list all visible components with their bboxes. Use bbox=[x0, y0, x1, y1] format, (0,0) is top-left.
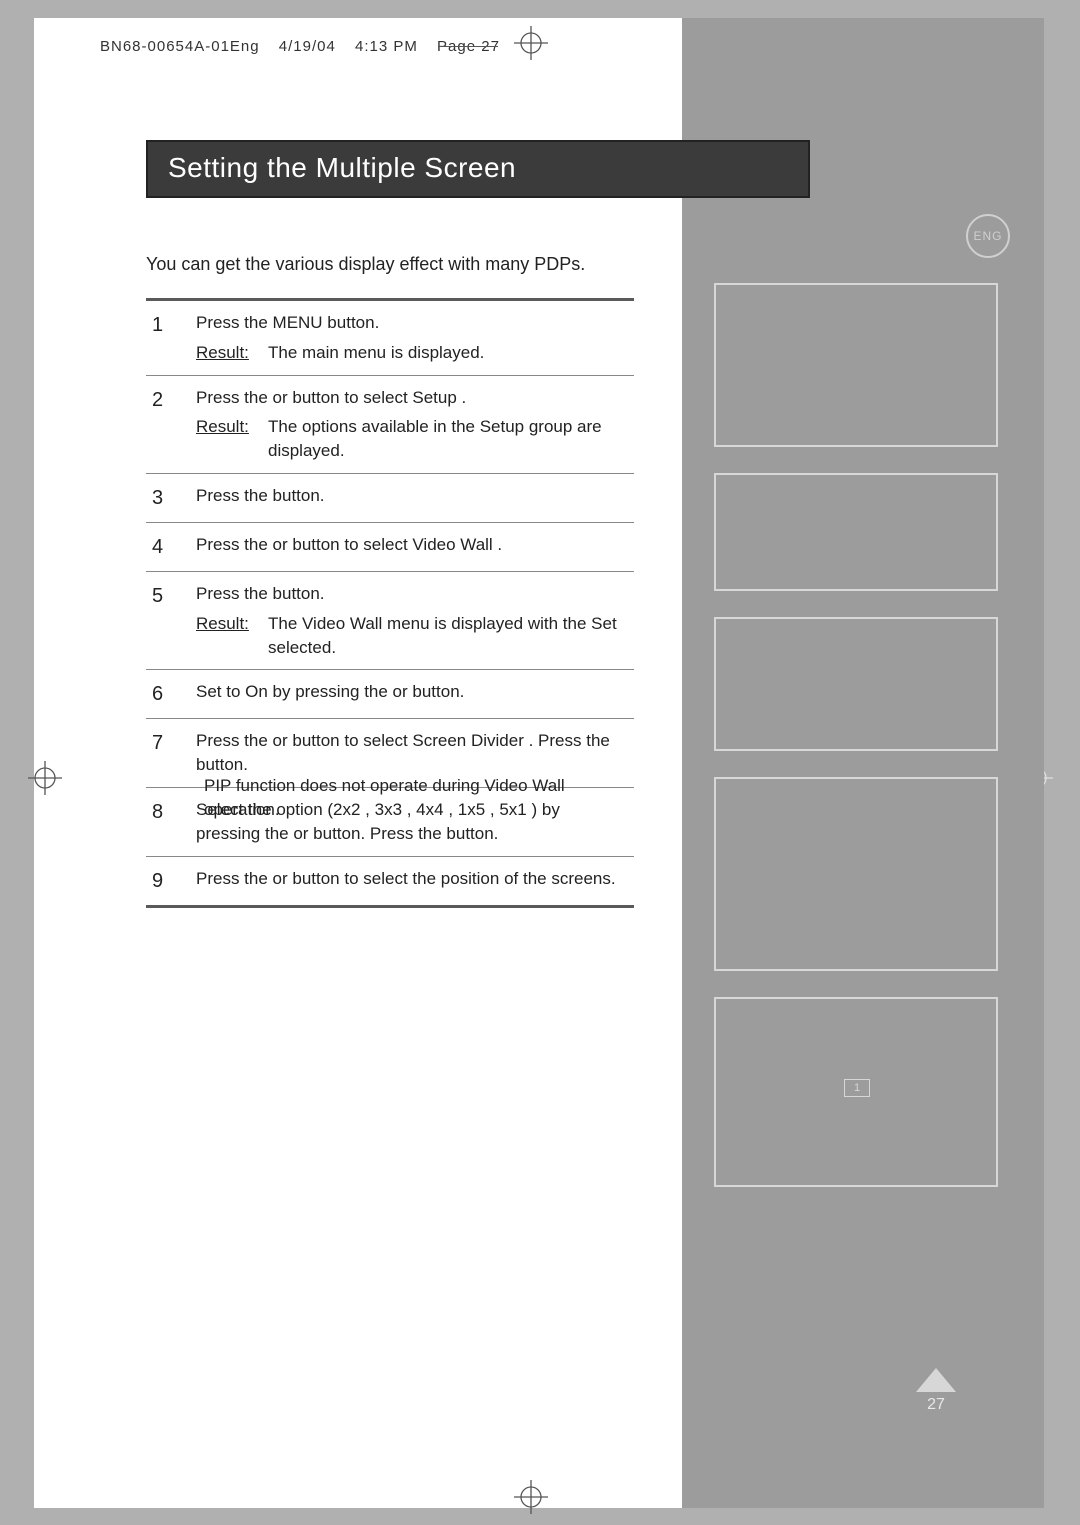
step-row: 3 Press the button. bbox=[146, 474, 634, 523]
thumbnails: 1 bbox=[714, 283, 994, 1213]
step-row: 6 Set to On by pressing the or button. bbox=[146, 670, 634, 719]
thumbnail-2 bbox=[714, 473, 998, 591]
step-body: Press the or button to select Screen Div… bbox=[196, 729, 628, 777]
step-body: Press the or button to select Video Wall… bbox=[196, 533, 628, 561]
step-text: Press the or button to select Setup . bbox=[196, 386, 628, 410]
thumbnail-5-cell-label: 1 bbox=[844, 1079, 870, 1097]
note-text: PIP function does not operate during Vid… bbox=[204, 774, 624, 822]
step-number: 8 bbox=[148, 798, 196, 846]
right-column-strip: ENG 1 27 bbox=[682, 18, 1044, 1508]
step-row: 4 Press the or button to select Video Wa… bbox=[146, 523, 634, 572]
step-body: Press the or button to select Setup . Re… bbox=[196, 386, 628, 463]
page-number-marker: 27 bbox=[916, 1368, 956, 1414]
result-label: Result: bbox=[196, 612, 268, 660]
step-text: Press the or button to select Video Wall… bbox=[196, 533, 628, 557]
step-number: 2 bbox=[148, 386, 196, 463]
step-body: Set to On by pressing the or button. bbox=[196, 680, 628, 708]
step-text: Set to On by pressing the or button. bbox=[196, 680, 628, 704]
result-text: The Video Wall menu is displayed with th… bbox=[268, 612, 628, 660]
step-text: Press the or button to select Screen Div… bbox=[196, 729, 628, 777]
page-number: 27 bbox=[916, 1396, 956, 1414]
step-number: 5 bbox=[148, 582, 196, 659]
doc-time: 4:13 PM bbox=[355, 38, 418, 55]
thumbnail-3 bbox=[714, 617, 998, 751]
step-body: Press the button. bbox=[196, 484, 628, 512]
step-number: 1 bbox=[148, 311, 196, 365]
step-text: Press the or button to select the positi… bbox=[196, 867, 628, 891]
step-row: 1 Press the MENU button. Result: The mai… bbox=[146, 301, 634, 376]
step-text: Press the button. bbox=[196, 582, 628, 606]
result-text: The options available in the Setup group… bbox=[268, 415, 628, 463]
step-number: 4 bbox=[148, 533, 196, 561]
thumbnail-4 bbox=[714, 777, 998, 971]
step-row: 9 Press the or button to select the posi… bbox=[146, 857, 634, 905]
thumbnail-5: 1 bbox=[714, 997, 998, 1187]
header-rule bbox=[438, 46, 498, 47]
page: BN68-00654A-01Eng 4/19/04 4:13 PM Page 2… bbox=[34, 18, 1044, 1508]
step-number: 7 bbox=[148, 729, 196, 777]
step-body: Press the MENU button. Result: The main … bbox=[196, 311, 628, 365]
step-number: 6 bbox=[148, 680, 196, 708]
doc-date: 4/19/04 bbox=[279, 38, 336, 55]
page-title: Setting the Multiple Screen bbox=[146, 140, 810, 198]
result-label: Result: bbox=[196, 341, 268, 365]
crop-mark-bottom bbox=[514, 1480, 548, 1514]
language-badge: ENG bbox=[966, 214, 1010, 258]
crop-mark-left bbox=[28, 761, 62, 795]
step-body: Press the or button to select the positi… bbox=[196, 867, 628, 895]
step-body: Press the button. Result: The Video Wall… bbox=[196, 582, 628, 659]
page-number-triangle-icon bbox=[916, 1368, 956, 1392]
step-number: 9 bbox=[148, 867, 196, 895]
step-text: Press the button. bbox=[196, 484, 628, 508]
result-label: Result: bbox=[196, 415, 268, 463]
doc-id: BN68-00654A-01Eng bbox=[100, 38, 260, 55]
thumbnail-1 bbox=[714, 283, 998, 447]
intro-text: You can get the various display effect w… bbox=[146, 252, 585, 277]
step-row: 2 Press the or button to select Setup . … bbox=[146, 376, 634, 474]
step-row: 5 Press the button. Result: The Video Wa… bbox=[146, 572, 634, 670]
result-text: The main menu is displayed. bbox=[268, 341, 628, 365]
step-text: Press the MENU button. bbox=[196, 311, 628, 335]
crop-mark-top bbox=[514, 26, 548, 60]
step-number: 3 bbox=[148, 484, 196, 512]
